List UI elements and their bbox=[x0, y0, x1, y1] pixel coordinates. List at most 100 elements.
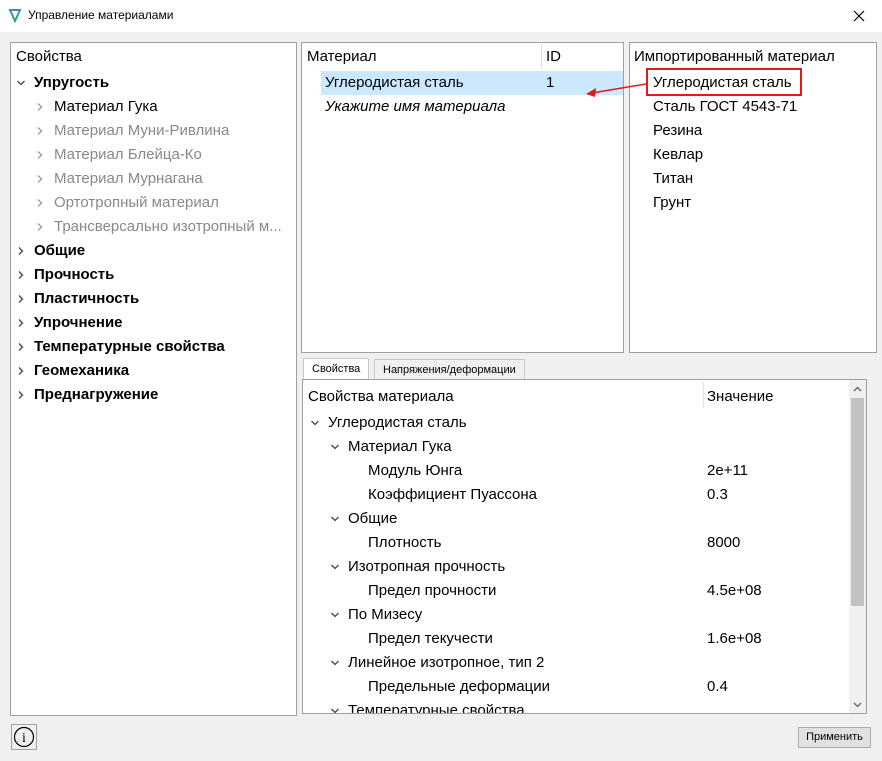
property-label: Предел прочности bbox=[368, 582, 497, 599]
tree-item[interactable]: Материал Мурнагана bbox=[11, 167, 296, 191]
tree-item-label: Упрочнение bbox=[34, 314, 123, 331]
chevron-right-icon[interactable] bbox=[16, 318, 26, 328]
close-button[interactable] bbox=[836, 0, 882, 32]
column-header-value[interactable]: Значение bbox=[707, 385, 774, 409]
property-row[interactable]: Предельные деформации 0.4 bbox=[303, 675, 849, 699]
vertical-scrollbar[interactable] bbox=[849, 380, 866, 713]
property-value[interactable]: 0.3 bbox=[707, 483, 728, 507]
annotation-highlight-box bbox=[646, 68, 802, 96]
title-bar: Управление материалами bbox=[0, 0, 882, 32]
chevron-down-icon[interactable] bbox=[330, 442, 340, 452]
tab-stress-strain[interactable]: Напряжения/деформации bbox=[374, 359, 525, 380]
material-properties-table: Свойства материала Значение Углеродистая… bbox=[302, 379, 867, 714]
tab-properties[interactable]: Свойства bbox=[303, 358, 370, 380]
tree-item[interactable]: Геомеханика bbox=[11, 359, 296, 383]
property-row[interactable]: Предел прочности 4.5e+08 bbox=[303, 579, 849, 603]
property-row[interactable]: Изотропная прочность bbox=[303, 555, 849, 579]
new-material-placeholder[interactable]: Укажите имя материала bbox=[325, 95, 505, 119]
chevron-right-icon[interactable] bbox=[16, 366, 26, 376]
chevron-right-icon[interactable] bbox=[35, 222, 45, 232]
column-header-property[interactable]: Свойства материала bbox=[308, 385, 454, 409]
app-logo-icon bbox=[8, 9, 22, 23]
window-title: Управление материалами bbox=[28, 8, 174, 22]
chevron-right-icon[interactable] bbox=[35, 198, 45, 208]
material-row-id[interactable]: 1 bbox=[546, 71, 554, 95]
chevron-right-icon[interactable] bbox=[35, 174, 45, 184]
property-value[interactable]: 8000 bbox=[707, 531, 740, 555]
property-label: Линейное изотропное, тип 2 bbox=[348, 654, 545, 671]
chevron-down-icon[interactable] bbox=[330, 658, 340, 668]
property-value[interactable]: 2e+11 bbox=[707, 459, 748, 483]
column-header-material[interactable]: Материал bbox=[307, 48, 377, 65]
chevron-right-icon[interactable] bbox=[16, 390, 26, 400]
property-row[interactable]: Материал Гука bbox=[303, 435, 849, 459]
chevron-down-icon[interactable] bbox=[330, 610, 340, 620]
tree-item[interactable]: Упругость bbox=[11, 71, 296, 95]
scroll-down-button[interactable] bbox=[849, 696, 866, 713]
tree-item[interactable]: Общие bbox=[11, 239, 296, 263]
chevron-right-icon[interactable] bbox=[35, 150, 45, 160]
tree-item[interactable]: Пластичность bbox=[11, 287, 296, 311]
tree-item[interactable]: Материал Гука bbox=[11, 95, 296, 119]
info-button[interactable]: i bbox=[11, 724, 37, 750]
svg-text:i: i bbox=[22, 731, 26, 746]
tree-item[interactable]: Температурные свойства bbox=[11, 335, 296, 359]
scroll-up-button[interactable] bbox=[849, 380, 866, 397]
tree-item[interactable]: Ортотропный материал bbox=[11, 191, 296, 215]
imported-material-item[interactable]: Титан bbox=[653, 167, 693, 191]
property-row[interactable]: Линейное изотропное, тип 2 bbox=[303, 651, 849, 675]
property-label: Углеродистая сталь bbox=[328, 414, 467, 431]
chevron-down-icon[interactable] bbox=[330, 514, 340, 524]
property-row[interactable]: Углеродистая сталь bbox=[303, 411, 849, 435]
column-divider[interactable] bbox=[541, 45, 542, 69]
property-label: Плотность bbox=[368, 534, 442, 551]
chevron-right-icon[interactable] bbox=[35, 102, 45, 112]
property-label: Предельные деформации bbox=[368, 678, 550, 695]
apply-button[interactable]: Применить bbox=[798, 727, 871, 748]
column-header-id[interactable]: ID bbox=[546, 48, 561, 65]
imported-material-item[interactable]: Сталь ГОСТ 4543-71 bbox=[653, 95, 797, 119]
property-row[interactable]: Коэффициент Пуассона 0.3 bbox=[303, 483, 849, 507]
property-row[interactable]: По Мизесу bbox=[303, 603, 849, 627]
tree-item-label: Материал Мурнагана bbox=[54, 170, 203, 187]
tree-item-label: Упругость bbox=[34, 74, 110, 91]
property-value[interactable]: 1.6e+08 bbox=[707, 627, 762, 651]
tree-item-label: Температурные свойства bbox=[34, 338, 225, 355]
property-row[interactable]: Предел текучести 1.6e+08 bbox=[303, 627, 849, 651]
chevron-right-icon[interactable] bbox=[16, 270, 26, 280]
chevron-down-icon[interactable] bbox=[330, 562, 340, 572]
column-divider[interactable] bbox=[703, 382, 704, 408]
tree-item-label: Пластичность bbox=[34, 290, 140, 307]
property-label: Температурные свойства bbox=[348, 702, 525, 714]
chevron-down-icon[interactable] bbox=[310, 418, 320, 428]
property-label: Общие bbox=[348, 510, 398, 527]
chevron-right-icon[interactable] bbox=[16, 294, 26, 304]
property-row[interactable]: Плотность 8000 bbox=[303, 531, 849, 555]
tree-item[interactable]: Преднагружение bbox=[11, 383, 296, 407]
scroll-thumb[interactable] bbox=[851, 398, 864, 606]
tree-item[interactable]: Материал Муни-Ривлина bbox=[11, 119, 296, 143]
tree-item[interactable]: Трансверсально изотропный м... bbox=[11, 215, 296, 239]
chevron-down-icon[interactable] bbox=[16, 78, 26, 88]
close-icon bbox=[853, 10, 865, 22]
chevron-right-icon[interactable] bbox=[35, 126, 45, 136]
chevron-right-icon[interactable] bbox=[16, 342, 26, 352]
property-row[interactable]: Модуль Юнга 2e+11 bbox=[303, 459, 849, 483]
property-row[interactable]: Температурные свойства bbox=[303, 699, 849, 714]
property-row[interactable]: Общие bbox=[303, 507, 849, 531]
property-label: По Мизесу bbox=[348, 606, 423, 623]
tree-item-label: Материал Муни-Ривлина bbox=[54, 122, 230, 139]
tree-item-label: Общие bbox=[34, 242, 86, 259]
chevron-right-icon[interactable] bbox=[16, 246, 26, 256]
property-value[interactable]: 0.4 bbox=[707, 675, 728, 699]
tree-item[interactable]: Прочность bbox=[11, 263, 296, 287]
imported-material-item[interactable]: Грунт bbox=[653, 191, 691, 215]
tree-item[interactable]: Упрочнение bbox=[11, 311, 296, 335]
imported-material-item[interactable]: Резина bbox=[653, 119, 702, 143]
material-row-name[interactable]: Углеродистая сталь bbox=[325, 71, 464, 95]
tree-item[interactable]: Материал Блейца-Ко bbox=[11, 143, 296, 167]
chevron-down-icon[interactable] bbox=[330, 706, 340, 714]
properties-tree: Свойства Упругость Материал Гука Материал … bbox=[10, 42, 297, 716]
property-value[interactable]: 4.5e+08 bbox=[707, 579, 762, 603]
imported-material-item[interactable]: Кевлар bbox=[653, 143, 703, 167]
